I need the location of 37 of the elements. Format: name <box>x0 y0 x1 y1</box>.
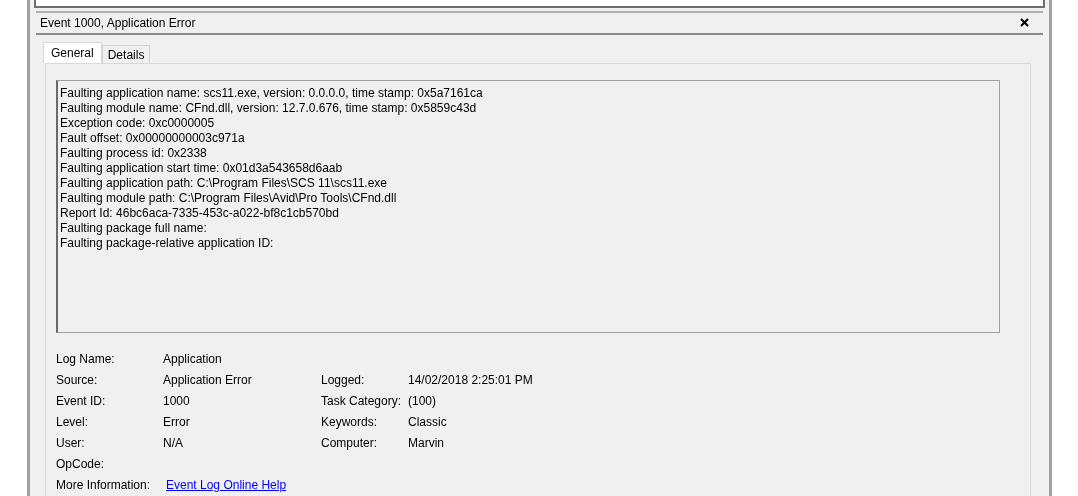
help-link[interactable]: Event Log Online Help <box>166 475 287 496</box>
property-label: Logged: <box>321 372 366 389</box>
description-line: Faulting module name: CFnd.dll, version: 12.7.0.676, time stamp: 0x5859c43d <box>60 101 478 116</box>
property-value: Application <box>163 351 223 368</box>
window-title: Event 1000, Application Error <box>40 15 196 30</box>
property-label: User: <box>56 435 86 452</box>
description-line: Faulting application name: scs11.exe, version: 0.0.0.0, time stamp: 0x5a7161ca <box>60 86 484 101</box>
close-icon[interactable] <box>1020 18 1029 28</box>
property-value: Error <box>163 414 191 431</box>
description-line: Exception code: 0xc0000005 <box>60 116 216 131</box>
property-label: Keywords: <box>321 414 379 431</box>
tab[interactable]: General <box>43 42 102 63</box>
description-line: Faulting application start time: 0x01d3a543658d6aab <box>60 161 344 176</box>
property-value: Marvin <box>408 435 445 452</box>
property-value: 1000 <box>163 393 191 410</box>
property-label: Log Name: <box>56 351 116 368</box>
property-value: Classic <box>408 414 448 431</box>
description-line: Faulting module path: C:\Program Files\Avid\Pro Tools\CFnd.dll <box>60 191 398 206</box>
property-value: N/A <box>163 435 184 452</box>
description-line: Faulting package-relative application ID: <box>60 236 275 251</box>
description-box[interactable] <box>56 80 1000 333</box>
description-line: Report Id: 46bc6aca-7335-453c-a022-bf8c1cb570bd <box>60 206 340 221</box>
description-line: Faulting application path: C:\Program Files\SCS 11\scs11.exe <box>60 176 389 191</box>
description-line: Faulting package full name: <box>60 221 208 236</box>
property-label: More Information: <box>56 477 152 494</box>
tab[interactable]: Details <box>101 45 151 63</box>
property-label: OpCode: <box>56 456 106 473</box>
description-line: Fault offset: 0x00000000003c971a <box>60 131 246 146</box>
property-label: Task Category: <box>321 393 403 410</box>
property-label: Event ID: <box>56 393 107 410</box>
property-value: Application Error <box>163 372 253 389</box>
property-value: (100) <box>408 393 437 410</box>
property-label: Source: <box>56 372 99 389</box>
description-line: Faulting process id: 0x2338 <box>60 146 208 161</box>
property-value: 14/02/2018 2:25:01 PM <box>408 372 534 389</box>
property-label: Level: <box>56 414 90 431</box>
property-label: Computer: <box>321 435 379 452</box>
